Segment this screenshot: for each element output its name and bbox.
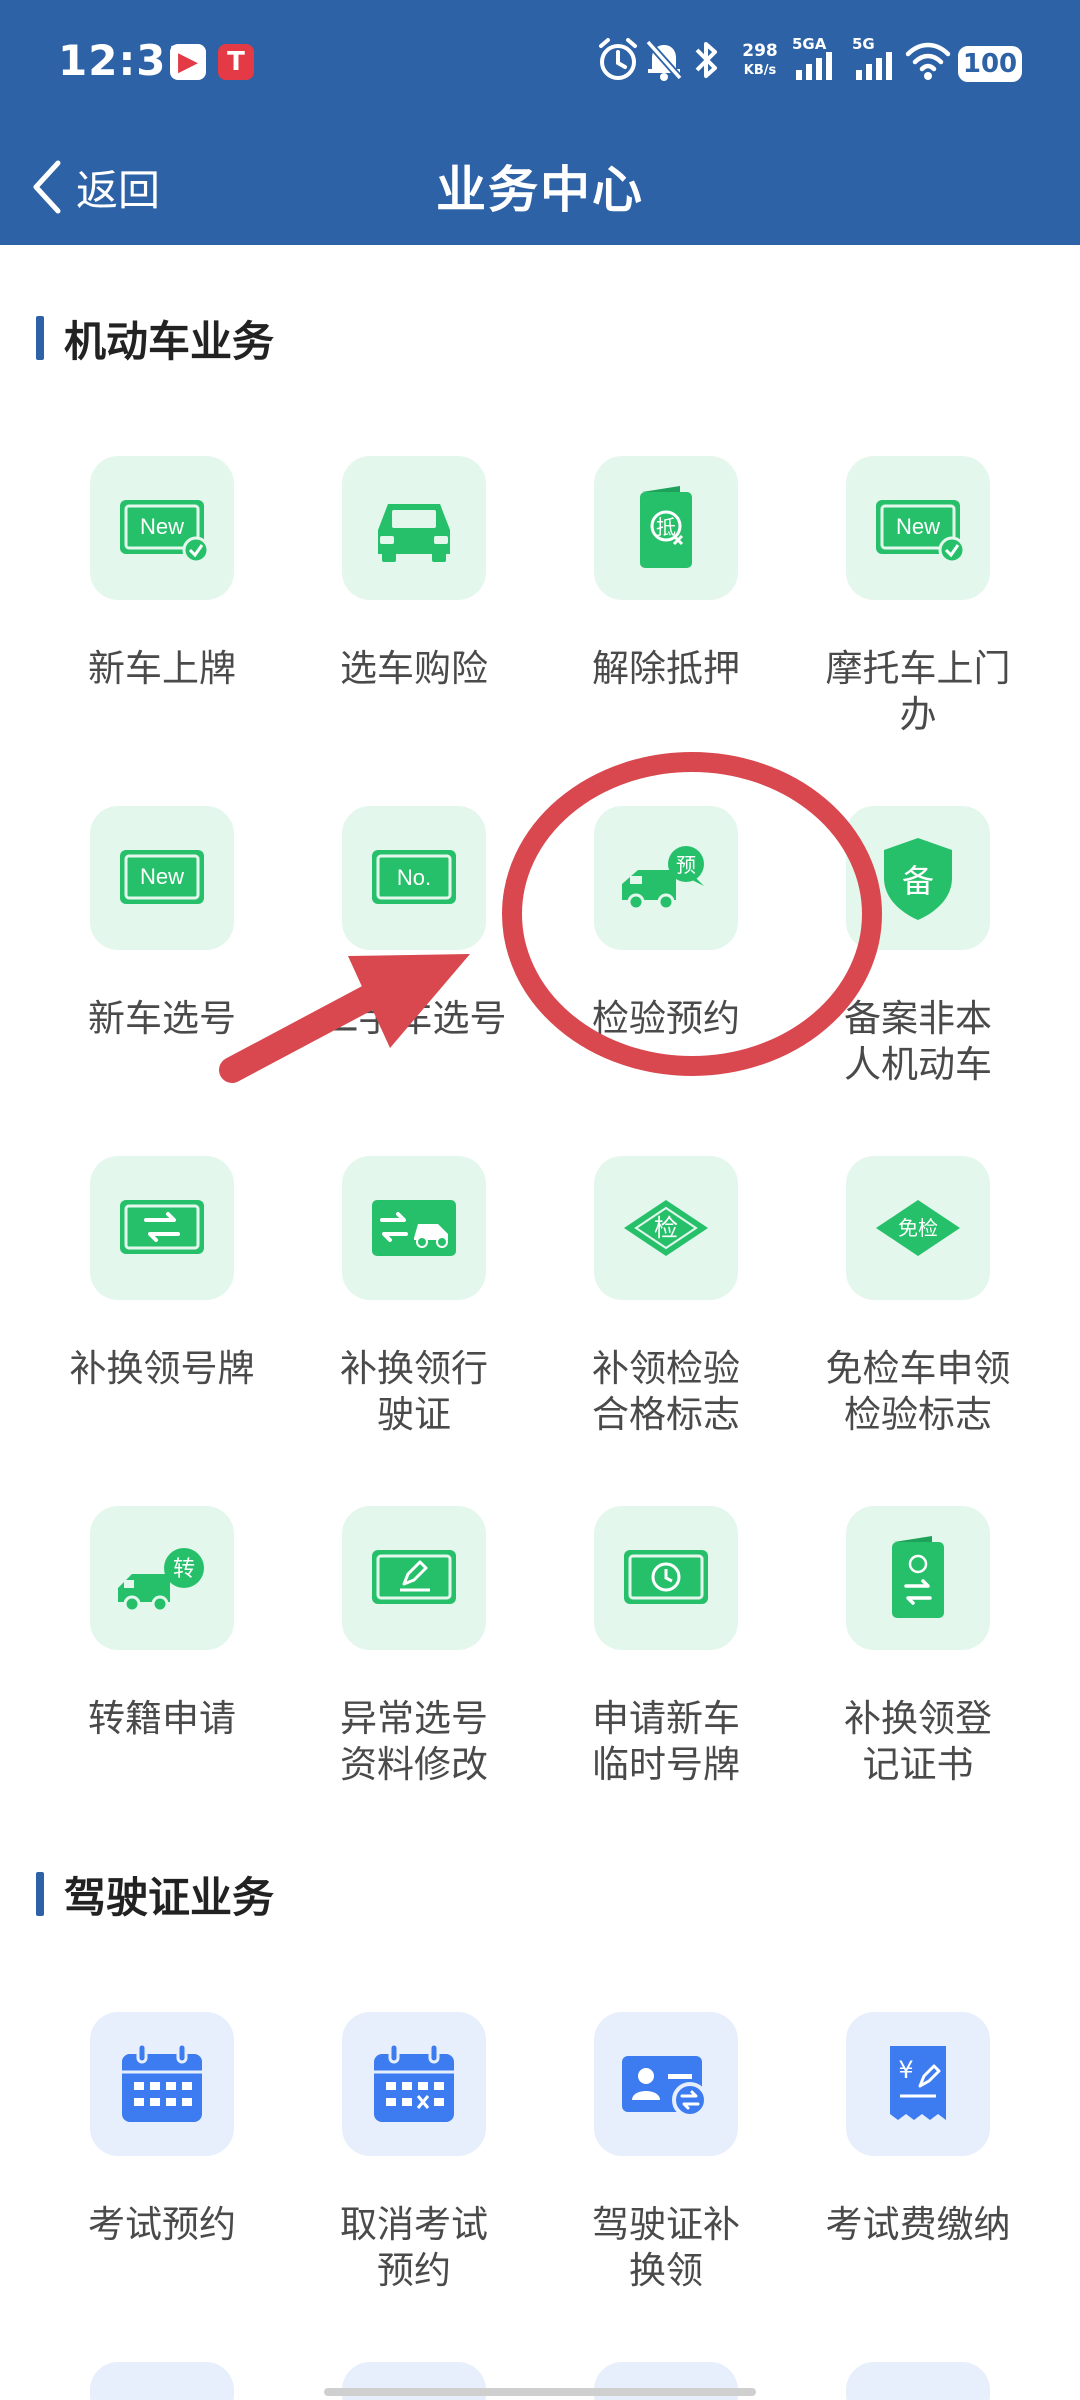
record-shield-icon: 备	[884, 838, 952, 920]
release-mortgage-icon: 抵	[640, 486, 692, 568]
service-label: 考试费缴纳	[825, 2203, 1011, 2246]
home-indicator[interactable]	[324, 2388, 756, 2396]
transfer-truck-icon: 转	[118, 1548, 204, 1613]
mute-bell-icon	[642, 36, 686, 84]
service-label: 检验预约	[592, 997, 740, 1040]
signal-5ga-icon: 5GA	[792, 36, 842, 84]
service-label: 二手车选号	[321, 997, 507, 1040]
plate-exchange-icon	[120, 1200, 204, 1254]
svg-text:New: New	[140, 514, 184, 539]
svg-text:New: New	[896, 514, 940, 539]
svg-text:备: 备	[902, 862, 934, 900]
fee-payment-icon: ¥	[890, 2046, 946, 2120]
edit-plate-icon	[372, 1550, 456, 1604]
signal-5g-icon: 5G	[852, 36, 902, 84]
service-tile: 预	[594, 806, 738, 950]
status-bar: 12:31 ▶ T 298 KB/s 5GA 5G 100	[0, 0, 1080, 130]
service-label: 补换领号牌	[69, 1347, 255, 1390]
bluetooth-icon	[688, 36, 724, 84]
svg-text:¥: ¥	[898, 2056, 913, 2084]
service-label: 补换领登记证书	[844, 1697, 992, 1786]
service-label: 异常选号资料修改	[340, 1697, 488, 1786]
service-tile	[90, 2012, 234, 2156]
inspection-mark-icon: 检	[624, 1200, 708, 1256]
exempt-inspection-icon: 免检	[876, 1200, 960, 1256]
service-label: 备案非本人机动车	[844, 997, 992, 1086]
page-title: 业务中心	[436, 161, 644, 219]
service-label: 转籍申请	[88, 1697, 236, 1740]
inspection-booking-icon: 预	[622, 846, 704, 911]
app-header: 12:31 ▶ T 298 KB/s 5GA 5G 100 返回 业务中心	[0, 0, 1080, 245]
service-label: 考试预约	[88, 2203, 236, 2246]
number-plate-icon: No.	[372, 850, 456, 904]
section-accent-bar	[36, 1872, 44, 1916]
section-accent-bar	[36, 316, 44, 360]
section-title: 机动车业务	[64, 316, 275, 366]
service-tile	[342, 456, 486, 600]
svg-text:转: 转	[173, 1557, 195, 1582]
section-title: 驾驶证业务	[64, 1872, 275, 1922]
service-label: 取消考试预约	[340, 2203, 488, 2292]
driver-license-icon	[622, 2056, 708, 2118]
service-label: 免检车申领检验标志	[825, 1347, 1011, 1436]
service-tile: 转	[90, 1506, 234, 1650]
service-label: 补换领行驶证	[340, 1347, 488, 1436]
license-exchange-icon	[372, 1200, 456, 1256]
service-tile: 抵	[594, 456, 738, 600]
alarm-icon	[596, 36, 640, 84]
network-speed: 298 KB/s	[742, 41, 778, 79]
service-tile	[594, 2012, 738, 2156]
service-label: 补领检验合格标志	[592, 1347, 740, 1436]
service-tile	[846, 1506, 990, 1650]
car-icon	[378, 504, 450, 562]
motorcycle-new-plate-icon: New	[876, 500, 966, 564]
navigation-bar: 返回 业务中心	[0, 130, 1080, 245]
service-tile: ¥	[846, 2012, 990, 2156]
temporary-plate-icon	[624, 1550, 708, 1604]
section-header-license: 驾驶证业务	[36, 1864, 274, 1924]
service-tile	[594, 1506, 738, 1650]
service-tile: 免检	[846, 1156, 990, 1300]
section-header-vehicle: 机动车业务	[36, 308, 274, 368]
service-tile-partial	[846, 2362, 990, 2400]
battery-indicator: 100	[958, 46, 1022, 82]
service-tile	[90, 1156, 234, 1300]
svg-text:抵: 抵	[656, 515, 676, 539]
service-label: 申请新车临时号牌	[592, 1697, 740, 1786]
service-label: 新车选号	[88, 997, 236, 1040]
service-tile	[342, 1156, 486, 1300]
calendar-cancel-icon	[374, 2042, 454, 2122]
service-tile: No.	[342, 806, 486, 950]
service-tile: New	[90, 806, 234, 950]
tesla-app-icon: T	[218, 44, 254, 80]
service-tile: New	[846, 456, 990, 600]
registration-certificate-icon	[892, 1536, 944, 1618]
svg-text:No.: No.	[397, 865, 431, 890]
svg-text:New: New	[140, 864, 184, 889]
service-tile: 备	[846, 806, 990, 950]
service-label: 选车购险	[340, 647, 488, 690]
service-tile-partial	[90, 2362, 234, 2400]
calendar-icon	[122, 2042, 202, 2122]
video-app-icon: ▶	[170, 44, 206, 80]
service-tile	[342, 2012, 486, 2156]
svg-text:预: 预	[676, 853, 696, 877]
wifi-icon	[904, 36, 952, 84]
svg-text:免检: 免检	[898, 1216, 938, 1240]
service-tile: New	[90, 456, 234, 600]
service-tile	[342, 1506, 486, 1650]
service-label: 解除抵押	[592, 647, 740, 690]
new-plate-icon: New	[120, 500, 210, 564]
service-label: 驾驶证补换领	[592, 2203, 740, 2292]
service-tile: 检	[594, 1156, 738, 1300]
service-label: 摩托车上门办	[825, 647, 1011, 736]
new-number-icon: New	[120, 850, 204, 904]
service-label: 新车上牌	[88, 647, 236, 690]
svg-text:检: 检	[654, 1214, 678, 1242]
